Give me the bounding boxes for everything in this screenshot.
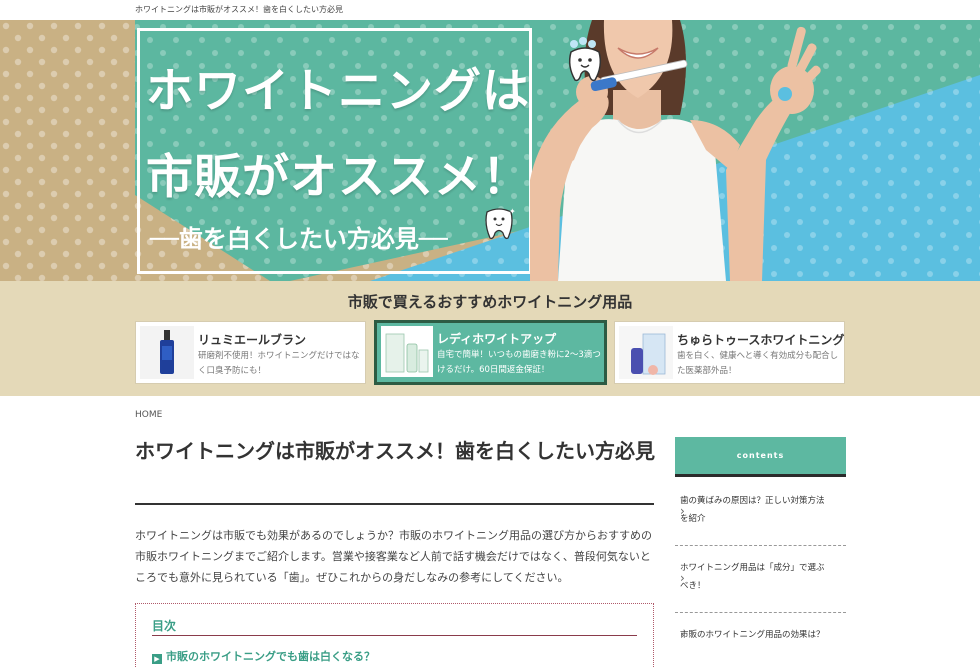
product-card-lady-white-up[interactable]: レディホワイトアップ 自宅で簡単！いつもの歯磨き粉に2〜3滴つけるだけ。60日間… <box>374 320 607 385</box>
toc-item-label: 市販のホワイトニングでも歯は白くなる？ <box>166 650 375 663</box>
product-card-lumiere-blanc[interactable]: リュミエールブラン 研磨剤不使用！ホワイトニングだけではなく口臭予防にも！ <box>135 321 366 384</box>
sidebar-item-label: 歯の黄ばみの原因は？正しい対策方法を紹介 <box>680 496 825 524</box>
sidebar-contents-heading: contents <box>675 437 846 477</box>
site-description-bar: ホワイトニングは市販がオススメ！歯を白くしたい方必見 <box>0 0 980 20</box>
hero-headline-line2: 市販がオススメ！ <box>146 150 530 205</box>
toc-bullet-icon: ▶ <box>152 654 162 664</box>
product-name: リュミエールブラン <box>198 333 307 347</box>
sidebar-item-choose-by-ingredient[interactable]: ホワイトニング用品は「成分」で選ぶべき！ › <box>675 547 846 613</box>
sidebar-item-stain-causes[interactable]: 歯の黄ばみの原因は？正しい対策方法を紹介 › <box>675 480 846 546</box>
product-description: 自宅で簡単！いつもの歯磨き粉に2〜3滴つけるだけ。60日間返金保証！ <box>437 350 601 375</box>
sidebar-item-label: 市販のホワイトニング用品の効果は？ <box>680 630 825 640</box>
site-description: ホワイトニングは市販がオススメ！歯を白くしたい方必見 <box>135 5 343 14</box>
tooth-character-icon <box>568 37 602 82</box>
product-card-chura-tooth-whitening[interactable]: ちゅらトゥースホワイトニング 歯を白く、健康へと導く有効成分も配合した医薬部外品… <box>614 321 845 384</box>
serum-bottle-image <box>140 326 194 379</box>
sidebar-item-otc-effectiveness[interactable]: 市販のホワイトニング用品の効果は？ › <box>675 614 846 668</box>
product-name: レディホワイトアップ <box>437 332 557 346</box>
sidebar-item-label: ホワイトニング用品は「成分」で選ぶべき！ <box>680 563 825 591</box>
chevron-right-icon: › <box>680 504 685 518</box>
chevron-right-icon: › <box>680 628 685 642</box>
breadcrumb-home-link[interactable]: HOME <box>135 410 162 420</box>
hero-subheadline: ──歯を白くしたい方必見── <box>150 225 448 253</box>
toc-divider <box>152 635 637 636</box>
svg-text:✦: ✦ <box>509 207 516 216</box>
sparkling-tooth-icon: ✦ <box>485 207 516 240</box>
toc-title: 目次 <box>152 619 177 633</box>
sidebar-heading-label: contents <box>736 451 785 460</box>
product-name: ちゅらトゥースホワイトニング <box>677 333 845 347</box>
chevron-right-icon: › <box>680 571 685 585</box>
toothpaste-box-image <box>619 326 673 379</box>
post-title: ホワイトニングは市販がオススメ！歯を白くしたい方必見 <box>135 439 655 463</box>
recommended-products-title: 市販で買えるおすすめホワイトニング用品 <box>347 293 633 311</box>
product-description: 研磨剤不使用！ホワイトニングだけではなく口臭予防にも！ <box>198 351 360 376</box>
hero-banner[interactable]: ホワイトニングは 市販がオススメ！ ──歯を白くしたい方必見── ✦ <box>0 20 980 281</box>
title-divider <box>135 503 654 505</box>
post-intro: ホワイトニングは市販でも効果があるのでしょうか？市販のホワイトニング用品の選び方… <box>135 529 652 584</box>
product-description: 歯を白く、健康へと導く有効成分も配合した医薬部外品！ <box>677 351 839 376</box>
hero-headline-line1: ホワイトニングは <box>146 64 530 119</box>
toc-item-link[interactable]: ▶ 市販のホワイトニングでも歯は白くなる？ <box>152 648 375 664</box>
whitening-box-image <box>381 326 433 377</box>
